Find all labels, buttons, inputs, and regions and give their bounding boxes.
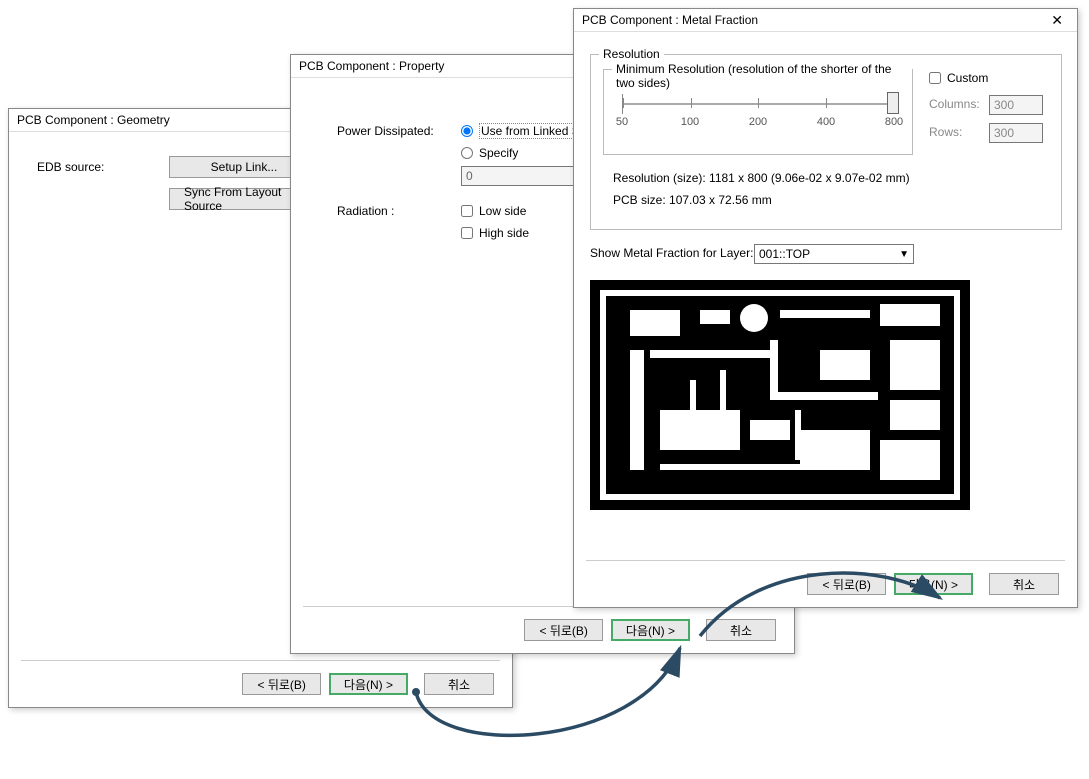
edb-source-label: EDB source: <box>37 160 104 174</box>
dialog-metal-fraction: PCB Component : Metal Fraction ✕ Resolut… <box>573 8 1078 608</box>
dialog3-divider <box>586 560 1065 561</box>
dialog1-next-button[interactable]: 다음(N) > <box>329 673 408 695</box>
dialog3-title: PCB Component : Metal Fraction <box>582 13 758 27</box>
tick-200: 200 <box>749 116 767 128</box>
pcb-preview <box>590 280 970 510</box>
dialog2-next-button[interactable]: 다음(N) > <box>611 619 690 641</box>
tick-800: 800 <box>885 116 903 128</box>
minres-group: Minimum Resolution (resolution of the sh… <box>603 69 913 155</box>
tick-100: 100 <box>681 116 699 128</box>
resolution-slider[interactable] <box>622 94 894 114</box>
resolution-size-text: Resolution (size): 1181 x 800 (9.06e-02 … <box>613 171 910 185</box>
dialog1-back-button[interactable]: < 뒤로(B) <box>242 673 320 695</box>
columns-label: Columns: <box>929 97 980 111</box>
rows-input[interactable] <box>989 123 1043 143</box>
columns-input[interactable] <box>989 95 1043 115</box>
dialog2-cancel-button[interactable]: 취소 <box>706 619 776 641</box>
dialog2-back-button[interactable]: < 뒤로(B) <box>524 619 602 641</box>
checkbox-low-label: Low side <box>479 204 526 218</box>
tick-50: 50 <box>616 116 628 128</box>
checkbox-low-side[interactable]: Low side <box>461 202 526 220</box>
titlebar-metal: PCB Component : Metal Fraction ✕ <box>574 9 1077 31</box>
layer-selected-text: 001::TOP <box>759 247 810 261</box>
tick-400: 400 <box>817 116 835 128</box>
radiation-label: Radiation : <box>337 204 394 218</box>
dialog3-next-button[interactable]: 다음(N) > <box>894 573 973 595</box>
power-dissipated-label: Power Dissipated: <box>337 124 434 138</box>
minres-legend: Minimum Resolution (resolution of the sh… <box>612 62 912 90</box>
slider-thumb[interactable] <box>887 92 899 114</box>
radio-specify-label: Specify <box>479 146 518 160</box>
rows-label: Rows: <box>929 125 962 139</box>
dialog1-cancel-button[interactable]: 취소 <box>424 673 494 695</box>
checkbox-high-side[interactable]: High side <box>461 224 529 242</box>
checkbox-custom[interactable]: Custom <box>929 69 988 87</box>
dialog3-back-button[interactable]: < 뒤로(B) <box>807 573 885 595</box>
custom-label: Custom <box>947 71 988 85</box>
dialog1-title: PCB Component : Geometry <box>17 113 170 127</box>
chevron-down-icon: ▼ <box>899 249 909 260</box>
show-layer-label: Show Metal Fraction for Layer: <box>590 246 753 260</box>
pcb-size-text: PCB size: 107.03 x 72.56 mm <box>613 193 772 207</box>
dialog1-divider <box>21 660 500 661</box>
layer-select[interactable]: 001::TOP ▼ <box>754 244 914 264</box>
dialog2-title: PCB Component : Property <box>299 59 444 73</box>
radio-specify[interactable]: Specify <box>461 144 518 162</box>
resolution-group: Resolution Minimum Resolution (resolutio… <box>590 54 1062 230</box>
resolution-legend: Resolution <box>599 47 664 61</box>
checkbox-high-label: High side <box>479 226 529 240</box>
close-icon[interactable]: ✕ <box>1045 13 1069 27</box>
dialog3-cancel-button[interactable]: 취소 <box>989 573 1059 595</box>
